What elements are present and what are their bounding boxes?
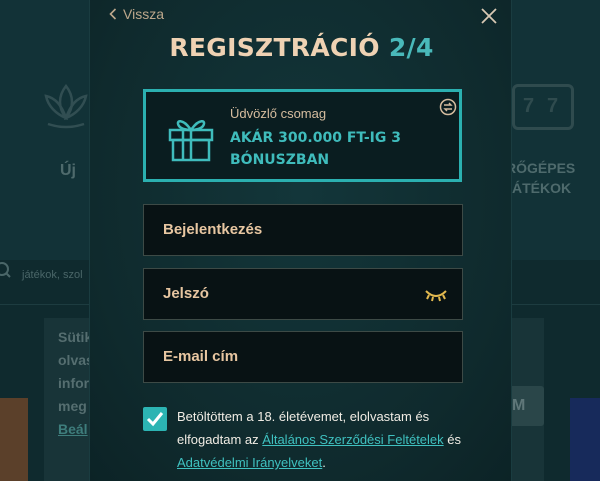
login-placeholder: Bejelentkezés [163,221,263,238]
promo-subtitle: Üdvözlő csomag [230,106,327,121]
gift-icon [168,120,214,162]
consent-text: Betöltöttem a 18. életévemet, elolvastam… [177,405,467,474]
promo-headline: AKÁR 300.000 FT-IG 3 BÓNUSZBAN [230,130,401,168]
password-placeholder: Jelszó [163,285,209,302]
title-main: REGISZTRÁCIÓ [169,33,380,62]
nav-new-label[interactable]: Új [60,162,76,180]
consent-text-middle: és [443,432,461,447]
lotus-icon [44,83,88,129]
login-field[interactable]: Bejelentkezés [143,204,463,256]
chevron-left-icon [109,8,117,20]
slot-digit: 7 [547,95,559,117]
search-icon [0,262,11,278]
welcome-bonus-card[interactable]: Üdvözlő csomag AKÁR 300.000 FT-IG 3 BÓNU… [143,89,462,182]
checkmark-icon [146,412,164,427]
slot-machine-icon: 7 7 [512,84,574,130]
search-input[interactable]: játékok, szol [22,269,83,281]
nav-slots-label-line: RŐGÉPES [506,160,576,176]
terms-link[interactable]: Általános Szerződési Feltételek [262,432,443,447]
back-label: Vissza [123,6,164,22]
nav-slots-label-line: ÁTÉKOK [512,180,572,196]
slot-digit: 7 [523,95,535,117]
privacy-link[interactable]: Adatvédelmi Irányelveket [177,455,322,470]
password-field[interactable]: Jelszó [143,268,463,320]
step-indicator: 2/4 [388,33,434,62]
close-icon[interactable] [479,6,499,26]
game-card[interactable] [0,398,28,481]
back-button[interactable]: Vissza [109,6,164,22]
swap-icon[interactable] [439,98,457,116]
nav-slots-label[interactable]: RŐGÉPES ÁTÉKOK [506,158,575,198]
consent-text-after: . [322,455,326,470]
email-field[interactable]: E-mail cím [143,331,463,383]
registration-modal: Vissza REGISZTRÁCIÓ 2/4 Üdvözlő csomag A… [89,0,512,481]
consent-checkbox[interactable] [143,407,167,431]
page-title: REGISZTRÁCIÓ 2/4 [90,33,513,62]
email-placeholder: E-mail cím [163,348,239,365]
game-card[interactable] [570,398,600,481]
eye-closed-icon[interactable] [424,287,448,303]
